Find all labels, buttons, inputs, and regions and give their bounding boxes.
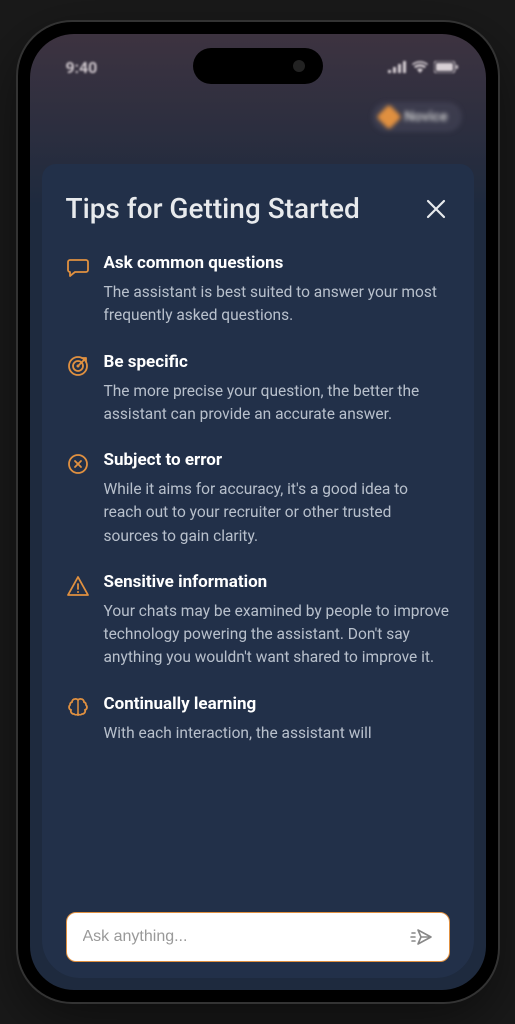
tip-item: Ask common questions The assistant is be… — [66, 253, 450, 328]
phone-notch — [193, 48, 323, 84]
input-bar — [66, 912, 450, 962]
ask-input[interactable] — [83, 928, 399, 946]
tip-content: Continually learning With each interacti… — [104, 694, 450, 745]
top-badge-area: Novice — [30, 84, 486, 132]
error-icon — [66, 452, 90, 476]
tip-content: Ask common questions The assistant is be… — [104, 253, 450, 328]
phone-frame: 9:40 Novice Tips for Getting Started — [18, 22, 498, 1002]
tip-desc: With each interaction, the assistant wil… — [104, 722, 450, 745]
badge-label: Novice — [404, 109, 447, 125]
tip-title: Sensitive information — [104, 572, 450, 592]
panel-header: Tips for Getting Started — [66, 192, 450, 225]
status-icons — [388, 61, 458, 73]
tip-title: Be specific — [104, 352, 450, 372]
brain-icon — [66, 696, 90, 720]
diamond-icon — [377, 104, 402, 129]
chat-icon — [66, 255, 90, 279]
tip-title: Ask common questions — [104, 253, 450, 273]
panel-title: Tips for Getting Started — [66, 192, 360, 225]
tip-content: Sensitive information Your chats may be … — [104, 572, 450, 670]
target-icon — [66, 354, 90, 378]
status-time: 9:40 — [58, 58, 98, 77]
tip-title: Subject to error — [104, 450, 450, 470]
tip-desc: The assistant is best suited to answer y… — [104, 281, 450, 328]
signal-icon — [388, 61, 406, 73]
tip-content: Be specific The more precise your questi… — [104, 352, 450, 427]
warning-icon — [66, 574, 90, 598]
tip-item: Continually learning With each interacti… — [66, 694, 450, 745]
tip-content: Subject to error While it aims for accur… — [104, 450, 450, 548]
tip-item: Sensitive information Your chats may be … — [66, 572, 450, 670]
close-icon — [425, 198, 447, 220]
battery-icon — [434, 61, 458, 73]
close-button[interactable] — [422, 195, 450, 223]
tip-item: Be specific The more precise your questi… — [66, 352, 450, 427]
novice-badge[interactable]: Novice — [372, 102, 461, 132]
tips-list: Ask common questions The assistant is be… — [66, 253, 450, 912]
tip-desc: The more precise your question, the bett… — [104, 380, 450, 427]
tips-panel: Tips for Getting Started Ask common ques… — [42, 164, 474, 978]
tip-desc: While it aims for accuracy, it's a good … — [104, 478, 450, 548]
tip-item: Subject to error While it aims for accur… — [66, 450, 450, 548]
wifi-icon — [412, 61, 428, 73]
send-button[interactable] — [409, 927, 433, 947]
tip-desc: Your chats may be examined by people to … — [104, 600, 450, 670]
send-icon — [409, 927, 433, 947]
phone-screen: 9:40 Novice Tips for Getting Started — [30, 34, 486, 990]
tip-title: Continually learning — [104, 694, 450, 714]
